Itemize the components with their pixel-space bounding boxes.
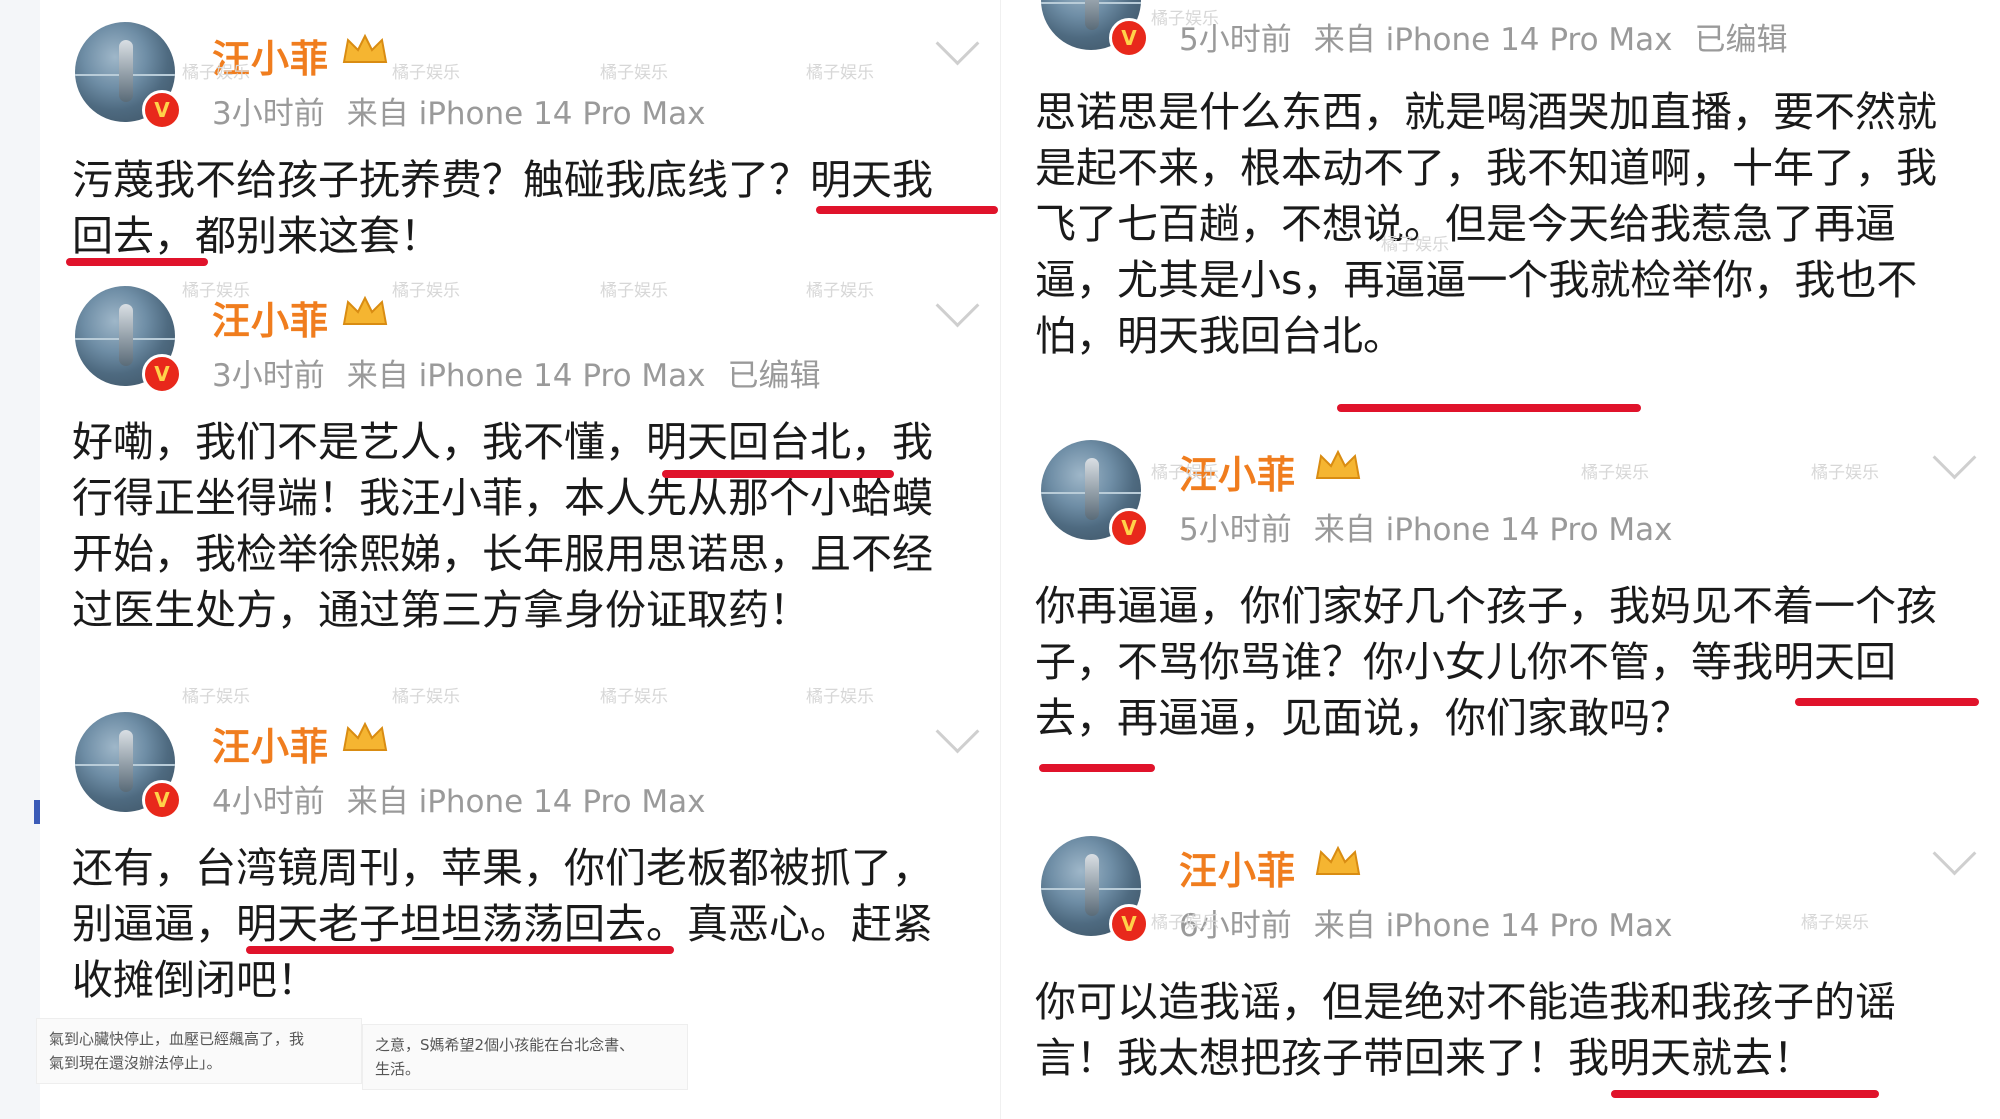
chevron-down-icon[interactable] (935, 709, 980, 754)
post-source: 来自 iPhone 14 Pro Max (1313, 908, 1673, 944)
watermark: 橘子娱乐 (806, 63, 874, 83)
watermark: 橘子娱乐 (182, 63, 250, 83)
highlight-underline (66, 258, 208, 266)
post-meta: 6小时前 来自 iPhone 14 Pro Max (1179, 900, 1695, 945)
chevron-down-icon[interactable] (1932, 831, 1977, 876)
highlight-underline (1039, 764, 1155, 772)
user-name[interactable]: 汪小菲 (212, 716, 329, 771)
verified-badge-icon: V (1109, 904, 1149, 944)
watermark: 橘子娱乐 (1811, 463, 1879, 483)
post-meta: 3小时前 来自 iPhone 14 Pro Max (212, 88, 728, 133)
highlight-underline (816, 206, 998, 214)
crown-icon (342, 295, 388, 325)
chevron-down-icon[interactable] (1932, 435, 1977, 480)
watermark: 橘子娱乐 (1801, 913, 1869, 933)
edge-strip (0, 0, 40, 1119)
post-text: 好嘞，我们不是艺人，我不懂，明天回台北，我行得正坐得端！我汪小菲，本人先从那个小… (72, 418, 933, 634)
watermark: 橘子娱乐 (1381, 235, 1449, 255)
news-snippet: 氣到心臟快停止，血壓已經飆高了，我 氣到現在還沒辦法停止」。 (36, 1018, 362, 1084)
highlight-underline (662, 470, 894, 478)
edited-label: 已编辑 (1694, 22, 1788, 58)
watermark: 橘子娱乐 (1151, 913, 1219, 933)
chevron-down-icon[interactable] (935, 21, 980, 66)
news-snippet: 之意，S媽希望2個小孩能在台北念書、 生活。 (362, 1024, 688, 1090)
watermark: 橘子娱乐 (1151, 463, 1219, 483)
watermark: 橘子娱乐 (392, 63, 460, 83)
post-source: 来自 iPhone 14 Pro Max (346, 96, 706, 132)
crown-icon (1315, 845, 1361, 875)
watermark: 橘子娱乐 (182, 687, 250, 707)
post-meta: 4小时前 来自 iPhone 14 Pro Max (212, 776, 728, 821)
left-screenshot-column: V 汪小菲 3小时前 来自 iPhone 14 Pro Max 污蔑我不给孩子抚养… (0, 0, 1000, 1119)
crown-icon (1315, 449, 1361, 479)
user-name[interactable]: 汪小菲 (1179, 840, 1296, 895)
watermark: 橘子娱乐 (806, 687, 874, 707)
chevron-down-icon[interactable] (935, 283, 980, 328)
edited-label: 已编辑 (727, 358, 821, 394)
highlight-underline (246, 946, 674, 954)
post-time: 4小时前 (212, 784, 325, 820)
post-meta: 3小时前 来自 iPhone 14 Pro Max 已编辑 (212, 350, 843, 395)
highlight-underline (1337, 404, 1641, 412)
crown-icon (342, 721, 388, 751)
post-source: 来自 iPhone 14 Pro Max (1313, 512, 1673, 548)
post-source: 来自 iPhone 14 Pro Max (1313, 22, 1673, 58)
post-text: 你再逼逼，你们家好几个孩子，我妈见不着一个孩子，不骂你骂谁？你小女儿你不管，等我… (1035, 582, 1937, 742)
verified-badge-icon: V (142, 354, 182, 394)
watermark: 橘子娱乐 (182, 281, 250, 301)
post-text: 还有，台湾镜周刊，苹果，你们老板都被抓了，别逼逼，明天老子坦坦荡荡回去。真恶心。… (72, 844, 933, 1004)
crown-icon (342, 33, 388, 63)
highlight-underline (1795, 698, 1979, 706)
watermark: 橘子娱乐 (392, 687, 460, 707)
verified-badge-icon: V (1109, 18, 1149, 58)
post-source: 来自 iPhone 14 Pro Max (346, 358, 706, 394)
post-source: 来自 iPhone 14 Pro Max (346, 784, 706, 820)
post-text: 思诺思是什么东西，就是喝酒哭加直播，要不然就是起不来，根本动不了，我不知道啊，十… (1035, 88, 1937, 360)
post-time: 3小时前 (212, 96, 325, 132)
watermark: 橘子娱乐 (600, 63, 668, 83)
post-meta: 5小时前 来自 iPhone 14 Pro Max 已编辑 (1179, 14, 1810, 59)
right-screenshot-column: V 5小时前 来自 iPhone 14 Pro Max 已编辑 思诺思是什么东西，就… (1000, 0, 2000, 1119)
watermark: 橘子娱乐 (1151, 9, 1219, 29)
post-meta: 5小时前 来自 iPhone 14 Pro Max (1179, 504, 1695, 549)
verified-badge-icon: V (142, 780, 182, 820)
post-text: 你可以造我谣，但是绝对不能造我和我孩子的谣言！我太想把孩子带回来了！我明天就去！ (1035, 978, 1896, 1082)
edge-marker (34, 800, 40, 824)
verified-badge-icon: V (142, 90, 182, 130)
watermark: 橘子娱乐 (600, 281, 668, 301)
watermark: 橘子娱乐 (600, 687, 668, 707)
post-time: 5小时前 (1179, 512, 1292, 548)
verified-badge-icon: V (1109, 508, 1149, 548)
watermark: 橘子娱乐 (806, 281, 874, 301)
watermark: 橘子娱乐 (392, 281, 460, 301)
post-time: 3小时前 (212, 358, 325, 394)
watermark: 橘子娱乐 (1581, 463, 1649, 483)
highlight-underline (1611, 1090, 1879, 1098)
